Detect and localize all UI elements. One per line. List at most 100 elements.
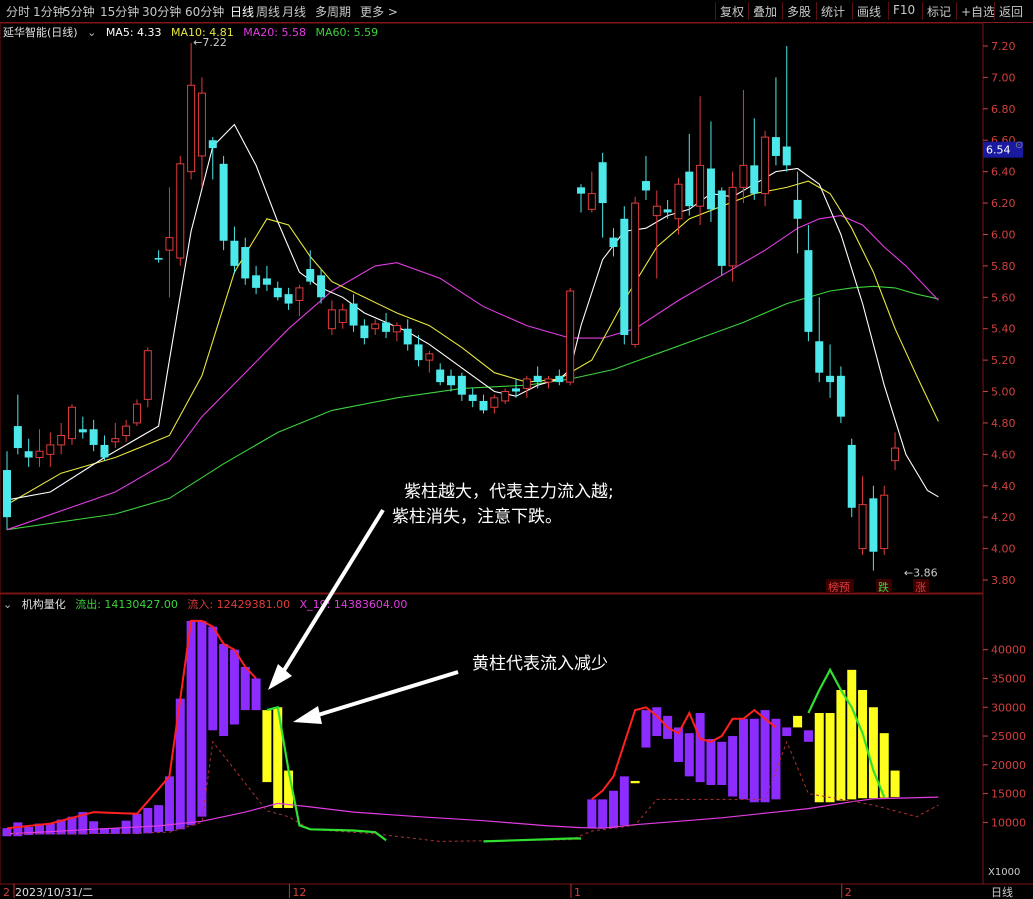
up-candle <box>739 164 748 188</box>
callout-arrowhead-2 <box>293 706 322 724</box>
down-candle <box>750 165 759 194</box>
up-candle <box>143 350 152 400</box>
down-candle <box>78 429 87 433</box>
purple-bar <box>251 678 261 711</box>
y-tick-label: 7.20 <box>991 40 1016 53</box>
callout-arrow-2 <box>317 670 459 717</box>
up-candle <box>891 447 900 462</box>
y-tick-label: 5.00 <box>991 386 1016 399</box>
purple-bar <box>684 733 694 777</box>
y-tick-label: 5.80 <box>991 260 1016 273</box>
purple-bar <box>619 776 629 826</box>
up-candle <box>197 92 206 157</box>
down-candle <box>847 444 856 508</box>
purple-bar <box>749 718 759 803</box>
up-candle <box>652 205 661 217</box>
purple-bar <box>587 799 597 829</box>
down-candle <box>609 237 618 248</box>
up-candle <box>544 378 553 383</box>
y-tick-label: 4.20 <box>991 511 1016 524</box>
down-candle <box>479 400 488 411</box>
y-tick-label: 6.80 <box>991 103 1016 116</box>
purple-bar <box>2 828 12 837</box>
x-date-label: 2023/10/31/二 <box>15 886 93 899</box>
down-candle <box>284 294 293 304</box>
down-candle <box>468 394 477 401</box>
up-candle <box>566 290 575 383</box>
up-candle <box>165 237 174 251</box>
y-tick-label: 7.00 <box>991 71 1016 84</box>
y-tick-label: 6.20 <box>991 197 1016 210</box>
purple-bar <box>240 666 250 711</box>
chart-canvas[interactable]: 7.207.006.806.606.406.206.005.805.605.40… <box>0 0 1033 899</box>
y-tick-label: 5.40 <box>991 323 1016 336</box>
yellow-bar <box>847 669 857 800</box>
down-candle <box>641 181 650 191</box>
up-candle <box>631 202 640 345</box>
up-candle <box>295 287 304 301</box>
sub-y-tick-label: 10000 <box>991 816 1026 829</box>
badge-label: 涨 <box>915 581 926 594</box>
purple-bar <box>598 799 608 829</box>
yellow-bar <box>630 780 640 784</box>
down-candle <box>555 375 564 383</box>
up-candle <box>111 438 120 443</box>
y-tick-label: 6.40 <box>991 166 1016 179</box>
purple-bar <box>652 707 662 737</box>
down-candle <box>793 199 802 219</box>
down-candle <box>815 341 824 373</box>
purple-bar <box>197 620 207 817</box>
current-price-label: 6.54 <box>986 144 1011 157</box>
down-candle <box>382 322 391 332</box>
yellow-bar <box>793 715 803 728</box>
sub-y-tick-label: 25000 <box>991 730 1026 743</box>
up-candle <box>392 325 401 333</box>
down-candle <box>100 444 109 458</box>
down-candle <box>663 209 672 213</box>
down-candle <box>24 451 33 458</box>
up-candle <box>858 504 867 550</box>
up-candle <box>57 435 66 446</box>
yellow-bar <box>814 713 824 803</box>
down-candle <box>771 137 780 156</box>
purple-bar <box>728 736 738 797</box>
down-candle <box>13 426 22 449</box>
up-candle <box>696 164 705 207</box>
purple-bar <box>803 730 813 742</box>
down-candle <box>685 171 694 207</box>
up-candle <box>187 84 196 173</box>
y-tick-label: 5.20 <box>991 354 1016 367</box>
purple-bar <box>45 823 55 835</box>
up-candle <box>880 494 889 550</box>
down-candle <box>403 328 412 345</box>
down-candle <box>706 168 715 210</box>
purple-bar <box>717 741 727 785</box>
up-candle <box>327 309 336 330</box>
purple-bar <box>229 649 239 725</box>
up-candle <box>67 406 76 440</box>
up-candle <box>522 378 531 389</box>
up-candle <box>122 425 131 437</box>
down-candle <box>457 375 466 395</box>
y-tick-label: 4.40 <box>991 480 1016 493</box>
y-tick-label: 4.60 <box>991 448 1016 461</box>
unit-label: X1000 <box>988 867 1020 878</box>
down-candle <box>447 375 456 386</box>
down-candle <box>512 388 521 392</box>
purple-bar <box>186 620 196 826</box>
yellow-bar <box>890 770 900 798</box>
sub-y-tick-label: 15000 <box>991 788 1026 801</box>
y-tick-label: 4.80 <box>991 417 1016 430</box>
x-year-digit: 2 <box>3 886 10 899</box>
x-month-label: 1 <box>574 886 581 899</box>
down-candle <box>3 470 11 518</box>
purple-bar <box>738 718 748 800</box>
sub-y-tick-label: 20000 <box>991 759 1026 772</box>
purple-bar <box>132 813 142 834</box>
sub-y-tick-label: 30000 <box>991 701 1026 714</box>
y-tick-label: 6.00 <box>991 228 1016 241</box>
purple-bar <box>706 738 716 785</box>
up-candle <box>490 397 499 408</box>
outflow-line <box>266 667 886 843</box>
down-candle <box>252 275 261 288</box>
